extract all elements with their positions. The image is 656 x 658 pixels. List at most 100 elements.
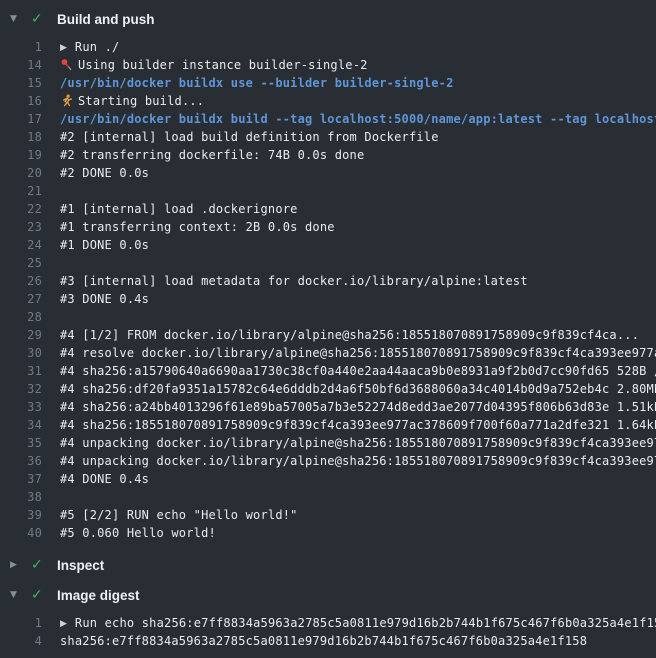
- chevron-right-icon[interactable]: ▶: [10, 560, 24, 570]
- log-text-content: #4 DONE 0.4s: [60, 472, 149, 486]
- line-number[interactable]: 4: [0, 632, 42, 650]
- line-number[interactable]: 29: [0, 326, 42, 344]
- line-number[interactable]: 14: [0, 56, 42, 74]
- section-title: Build and push: [57, 12, 155, 27]
- log-line: 33 #4 sha256:a24bb4013296f61e89ba57005a7b…: [0, 398, 656, 416]
- log-line: 31#4 sha256:a15790640a6690aa1730c38cf0a4…: [0, 362, 656, 380]
- line-number[interactable]: 22: [0, 200, 42, 218]
- log-text: #1 DONE 0.0s: [60, 236, 149, 254]
- log-group-toggle[interactable]: ▶ Run ./: [60, 38, 119, 56]
- section-title: Image digest: [57, 588, 140, 603]
- line-number[interactable]: 30: [0, 344, 42, 362]
- line-number[interactable]: 1: [0, 614, 42, 632]
- log-text-content: #4 sha256:185518070891758909c9f839cf4ca3…: [60, 418, 656, 432]
- line-number[interactable]: 28: [0, 308, 42, 326]
- log-text-content: #4 resolve docker.io/library/alpine@sha2…: [60, 346, 656, 360]
- line-number[interactable]: 24: [0, 236, 42, 254]
- log-text: #4 unpacking docker.io/library/alpine@sh…: [60, 452, 656, 470]
- log-text-content: sha256:e7ff8834a5963a2785c5a0811e979d16b…: [60, 634, 587, 648]
- log-text: #4 [1/2] FROM docker.io/library/alpine@s…: [60, 326, 639, 344]
- log-text-content: Run ./: [75, 40, 120, 54]
- log-text-content: #4 sha256:df20fa9351a15782c64e6dddb2d4a6…: [60, 382, 656, 396]
- log-text-content: #2 DONE 0.0s: [60, 166, 149, 180]
- pushpin-icon: [60, 56, 73, 74]
- log-line: 17/usr/bin/docker buildx build --tag loc…: [0, 110, 656, 128]
- section-header[interactable]: ▼ ✓ Build and push: [0, 6, 656, 32]
- section-log-lines: 1 ▶Run echo sha256:e7ff8834a5963a2785c5a0…: [0, 608, 656, 656]
- log-text-content: #4 sha256:a24bb4013296f61e89ba57005a7b3e…: [60, 400, 656, 414]
- chevron-down-icon[interactable]: ▼: [10, 590, 24, 600]
- log-line: 22 #1 [internal] load .dockerignore: [0, 200, 656, 218]
- log-line: 15/usr/bin/docker buildx use --builder b…: [0, 74, 656, 92]
- log-line: 38: [0, 488, 656, 506]
- line-number[interactable]: 26: [0, 272, 42, 290]
- log-line: 35#4 unpacking docker.io/library/alpine@…: [0, 434, 656, 452]
- log-text-content: #3 DONE 0.4s: [60, 292, 149, 306]
- log-line: 36 #4 unpacking docker.io/library/alpine@…: [0, 452, 656, 470]
- log-line: 14 Using builder instance builder-single-…: [0, 56, 656, 74]
- log-text-content: #1 transferring context: 2B 0.0s done: [60, 220, 335, 234]
- log-line: 19 #2 transferring dockerfile: 74B 0.0s d…: [0, 146, 656, 164]
- log-text: #3 [internal] load metadata for docker.i…: [60, 272, 528, 290]
- line-number[interactable]: 25: [0, 254, 42, 272]
- line-number[interactable]: 20: [0, 164, 42, 182]
- log-line: 1 ▶Run echo sha256:e7ff8834a5963a2785c5a0…: [0, 614, 656, 632]
- log-line: 16 Starting build...: [0, 92, 656, 110]
- section-image-digest: ▼✓Image digest 1 ▶Run echo sha256:e7ff8834…: [0, 582, 656, 656]
- log-text-content: Using builder instance builder-single-2: [78, 58, 368, 72]
- line-number[interactable]: 1: [0, 38, 42, 56]
- log-text: #4 sha256:df20fa9351a15782c64e6dddb2d4a6…: [60, 380, 656, 398]
- line-number[interactable]: 19: [0, 146, 42, 164]
- section-header[interactable]: ▼✓Image digest: [0, 582, 656, 608]
- line-number[interactable]: 31: [0, 362, 42, 380]
- line-number[interactable]: 35: [0, 434, 42, 452]
- log-text-content: #1 DONE 0.0s: [60, 238, 149, 252]
- line-number[interactable]: 36: [0, 452, 42, 470]
- log-text-content: #4 unpacking docker.io/library/alpine@sh…: [60, 454, 656, 468]
- log-text-content: /usr/bin/docker buildx build --tag local…: [60, 112, 656, 126]
- log-line: 23 #1 transferring context: 2B 0.0s done: [0, 218, 656, 236]
- log-text: #5 0.060 Hello world!: [60, 524, 216, 542]
- log-text: #2 [internal] load build definition from…: [60, 128, 439, 146]
- line-number[interactable]: 32: [0, 380, 42, 398]
- log-text-content: #3 [internal] load metadata for docker.i…: [60, 274, 528, 288]
- log-text: #5 [2/2] RUN echo "Hello world!": [60, 506, 298, 524]
- log-line: 24 #1 DONE 0.0s: [0, 236, 656, 254]
- line-number[interactable]: 21: [0, 182, 42, 200]
- log-line: 30 #4 resolve docker.io/library/alpine@sh…: [0, 344, 656, 362]
- log-text-content: #2 [internal] load build definition from…: [60, 130, 439, 144]
- log-text: #1 [internal] load .dockerignore: [60, 200, 298, 218]
- section-header[interactable]: ▶ ✓ Inspect: [0, 552, 656, 578]
- section-inspect: ▶ ✓ Inspect: [0, 552, 656, 578]
- log-line: 37 #4 DONE 0.4s: [0, 470, 656, 488]
- line-number[interactable]: 23: [0, 218, 42, 236]
- chevron-down-icon[interactable]: ▼: [10, 14, 24, 24]
- log-line: 34 #4 sha256:185518070891758909c9f839cf4c…: [0, 416, 656, 434]
- log-line: 29 #4 [1/2] FROM docker.io/library/alpine…: [0, 326, 656, 344]
- success-check-icon: ✓: [31, 557, 48, 573]
- log-line: 21: [0, 182, 656, 200]
- line-number[interactable]: 33: [0, 398, 42, 416]
- success-check-icon: ✓: [31, 11, 48, 27]
- section-build-and-push: ▼ ✓ Build and push 1 ▶ Run ./ 14 Using builder …: [0, 6, 656, 548]
- line-number[interactable]: 27: [0, 290, 42, 308]
- log-group-toggle[interactable]: ▶Run echo sha256:e7ff8834a5963a2785c5a08…: [60, 614, 656, 632]
- line-number[interactable]: 37: [0, 470, 42, 488]
- log-text: /usr/bin/docker buildx use --builder bui…: [60, 74, 454, 92]
- log-text: Using builder instance builder-single-2: [60, 56, 368, 74]
- log-text: Starting build...: [60, 92, 204, 110]
- line-number[interactable]: 16: [0, 92, 42, 110]
- line-number[interactable]: 15: [0, 74, 42, 92]
- line-number[interactable]: 18: [0, 128, 42, 146]
- line-number[interactable]: 39: [0, 506, 42, 524]
- line-number[interactable]: 38: [0, 488, 42, 506]
- expand-icon[interactable]: ▶: [60, 615, 67, 633]
- line-number[interactable]: 40: [0, 524, 42, 542]
- section-title: Inspect: [57, 558, 104, 573]
- log-text: #2 transferring dockerfile: 74B 0.0s don…: [60, 146, 364, 164]
- expand-icon[interactable]: ▶: [60, 39, 67, 57]
- line-number[interactable]: 34: [0, 416, 42, 434]
- log-text-content: Starting build...: [78, 94, 204, 108]
- log-line: 28: [0, 308, 656, 326]
- line-number[interactable]: 17: [0, 110, 42, 128]
